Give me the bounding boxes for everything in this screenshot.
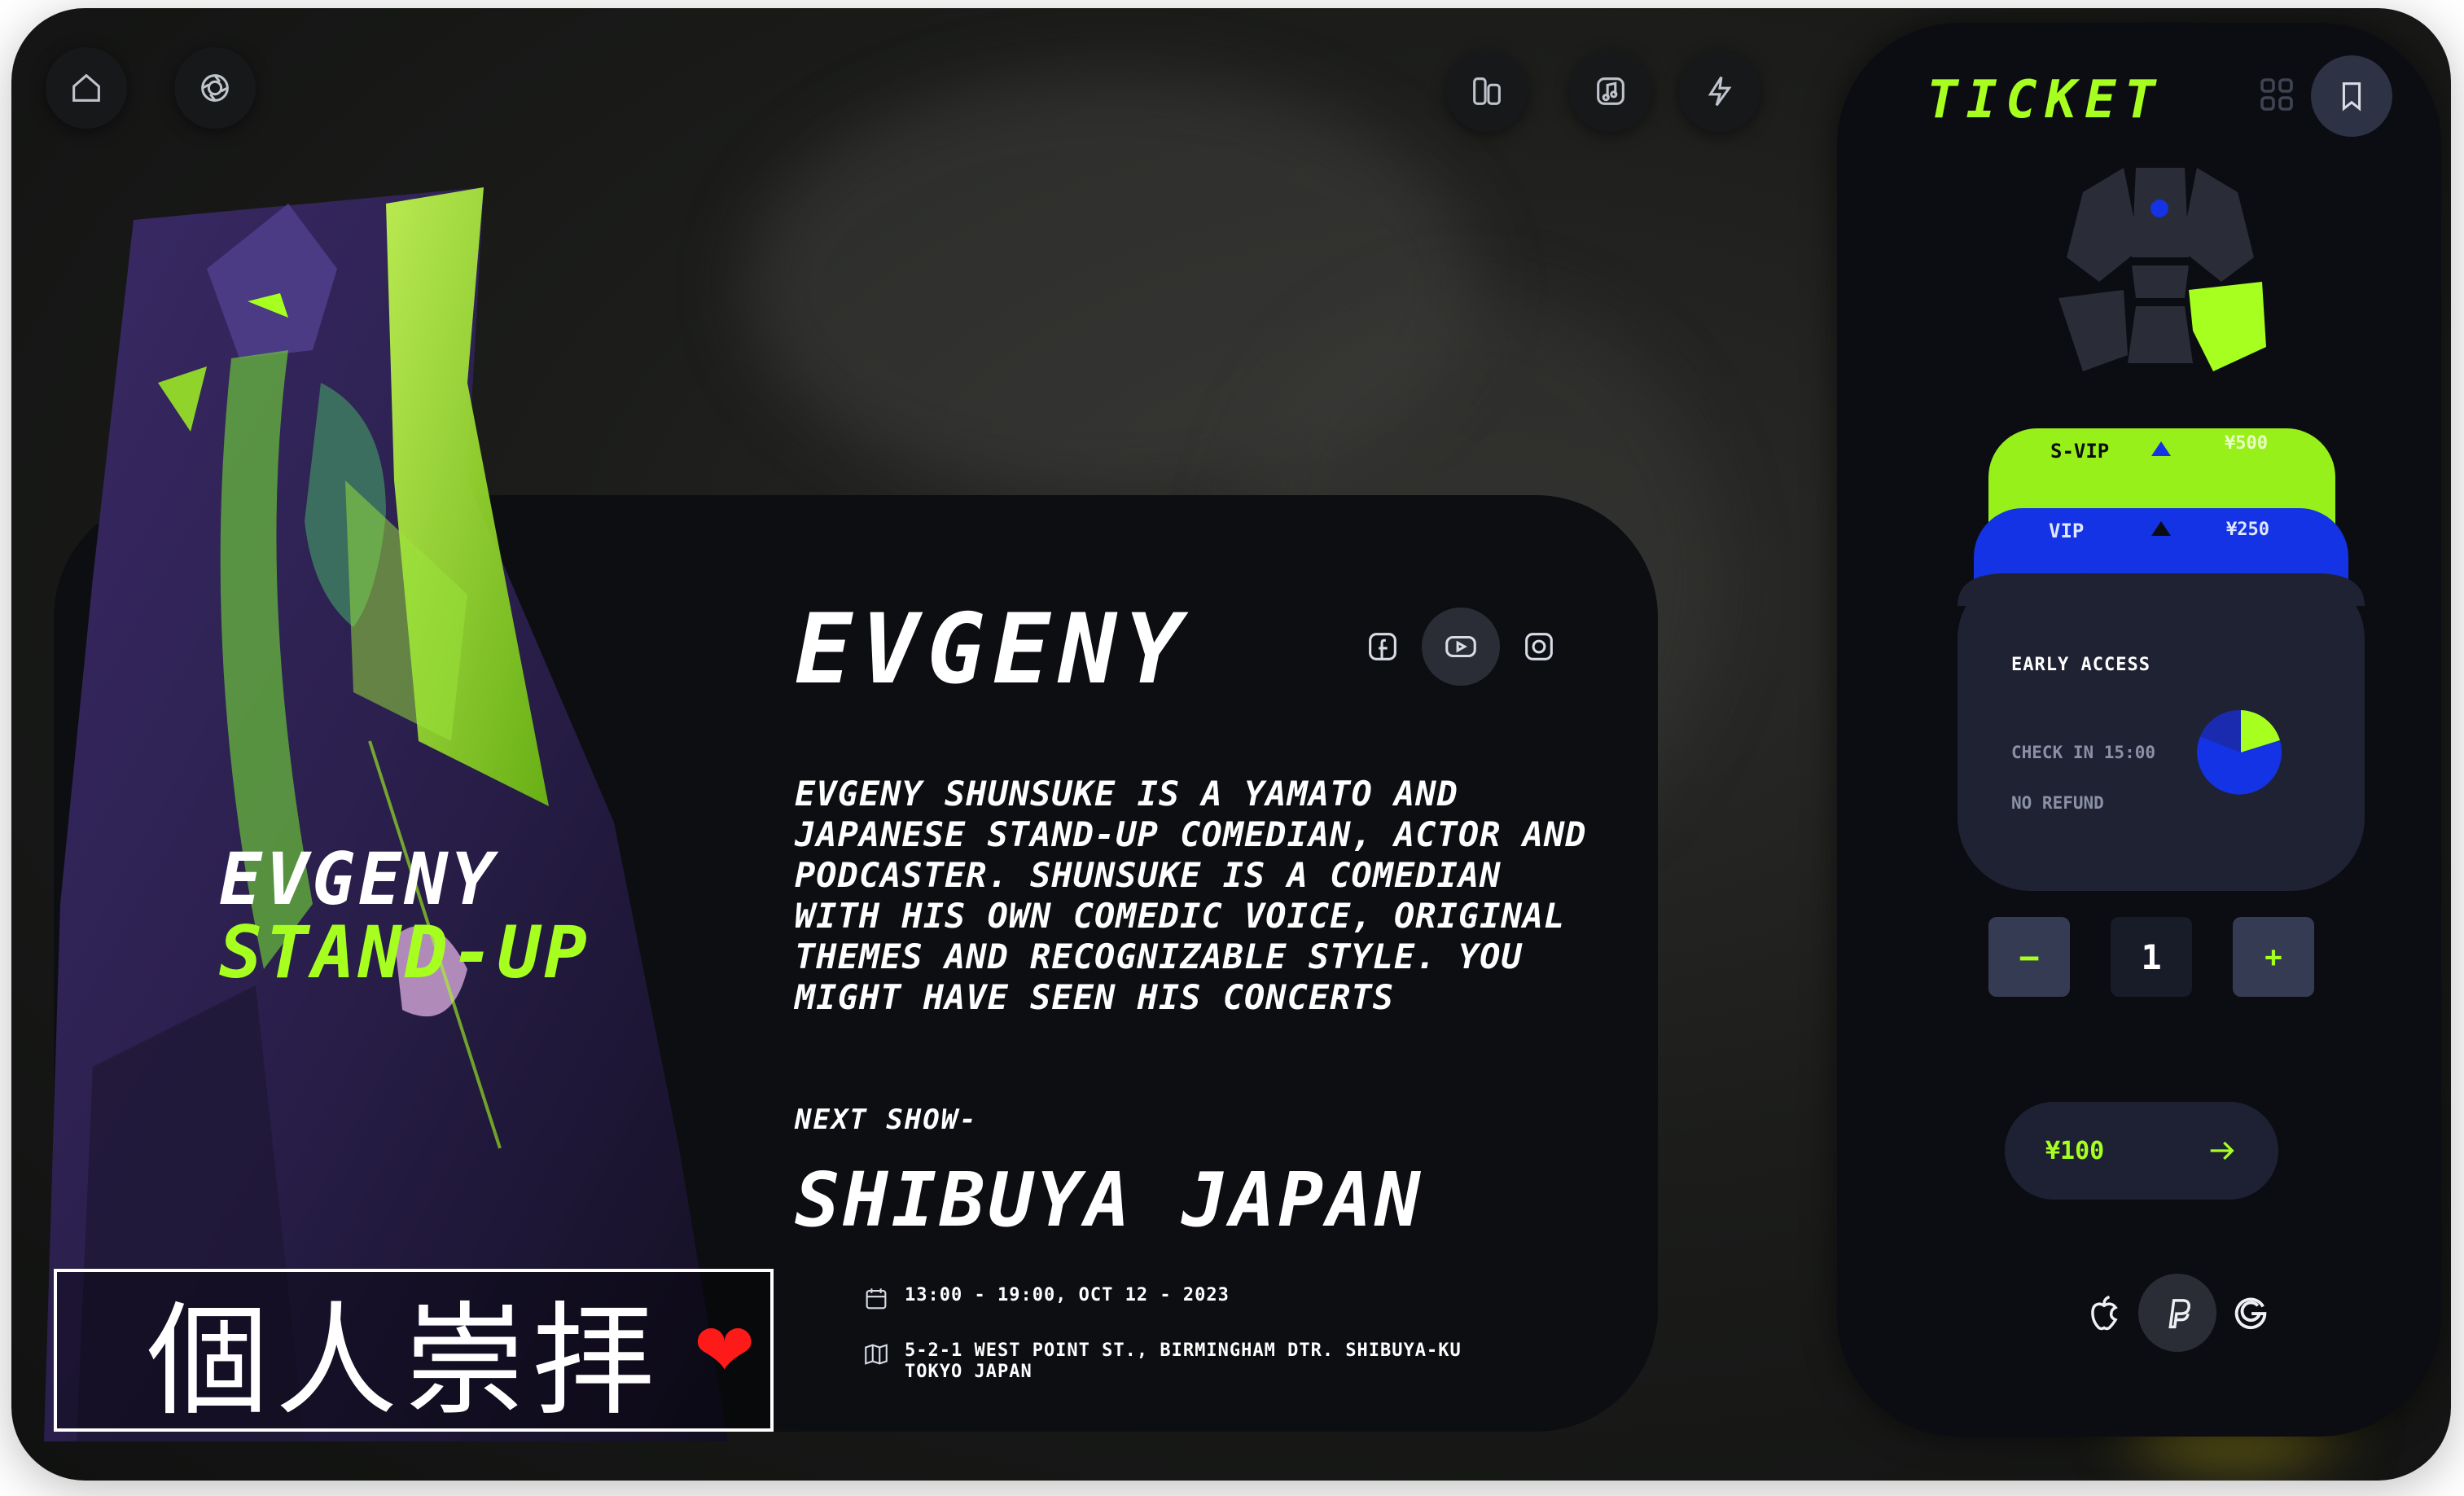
bolt-button[interactable] xyxy=(1679,50,1760,132)
youtube-icon xyxy=(1445,635,1476,658)
social-links xyxy=(1344,606,1578,687)
check-in-label: CHECK IN 15:00 xyxy=(2011,743,2156,762)
checkout-button[interactable]: ¥100 xyxy=(2005,1102,2278,1200)
venue-title: SHIBUYA JAPAN xyxy=(795,1156,1424,1244)
paypal-button[interactable] xyxy=(2138,1274,2216,1352)
ticket-panel: TICKET S-VIP ¥500 VIP ¥250 EARLY ACCESS … xyxy=(1837,23,2441,1437)
art-title-standup: STAND-UP xyxy=(219,910,590,994)
decrease-quantity-button[interactable]: − xyxy=(1988,917,2070,997)
home-icon xyxy=(72,73,100,102)
next-show-label: NEXT SHOW- xyxy=(795,1103,978,1136)
address-line-1: 5-2-1 WEST POINT ST., BIRMINGHAM DTR. SH… xyxy=(905,1340,1462,1361)
heart-icon: ❤ xyxy=(694,1307,756,1393)
arrow-right-icon xyxy=(2210,1141,2234,1160)
price-value: ¥100 xyxy=(2045,1136,2105,1165)
tier-svip-caret-icon xyxy=(2151,441,2171,456)
files-button[interactable] xyxy=(1446,50,1528,132)
watermark-banner: 個人崇拝 ❤ xyxy=(54,1269,774,1432)
bookmark-button[interactable] xyxy=(2311,55,2392,137)
app-window: EVGENY STAND-UP EVGENY Evgeny Shunsuke i… xyxy=(11,8,2451,1481)
no-refund-label: NO REFUND xyxy=(2011,793,2104,813)
early-access-label: EARLY ACCESS xyxy=(2011,655,2151,675)
camera-icon xyxy=(201,74,229,102)
artist-bio: Evgeny Shunsuke is a Yamato and Japanese… xyxy=(795,774,1587,1017)
facebook-button[interactable] xyxy=(1344,608,1422,686)
google-pay-button[interactable] xyxy=(2212,1274,2290,1352)
card-notch xyxy=(1958,573,2365,606)
grid-icon[interactable] xyxy=(2257,75,2296,117)
apple-icon xyxy=(2091,1295,2118,1331)
ticket-title: TICKET xyxy=(1927,70,2164,130)
quantity-value[interactable]: 1 xyxy=(2111,917,2192,997)
google-icon xyxy=(2234,1297,2267,1330)
artist-illustration xyxy=(44,187,728,1441)
apple-pay-button[interactable] xyxy=(2065,1274,2143,1352)
watermark-text: 個人崇拝 xyxy=(147,1290,662,1432)
instagram-icon xyxy=(1525,633,1553,660)
map-icon xyxy=(865,1344,888,1365)
availability-pie xyxy=(2197,709,2282,795)
early-access-card: EARLY ACCESS CHECK IN 15:00 NO REFUND xyxy=(1958,573,2365,891)
music-icon xyxy=(1597,77,1624,105)
music-button[interactable] xyxy=(1570,50,1651,132)
tier-svip-price: ¥500 xyxy=(2225,433,2268,454)
increase-quantity-button[interactable]: + xyxy=(2233,917,2314,997)
date-row: 13:00 - 19:00, OCT 12 - 2023 xyxy=(862,1285,1230,1313)
youtube-button[interactable] xyxy=(1422,608,1500,686)
instagram-button[interactable] xyxy=(1500,608,1578,686)
seating-map[interactable] xyxy=(2050,160,2270,388)
event-datetime: 13:00 - 19:00, OCT 12 - 2023 xyxy=(905,1285,1230,1305)
art-title-name: EVGENY xyxy=(219,837,498,921)
address-row: 5-2-1 WEST POINT ST., BIRMINGHAM DTR. SH… xyxy=(862,1340,1462,1383)
tier-svip-name: S-VIP xyxy=(2050,440,2110,463)
camera-button[interactable] xyxy=(174,47,256,129)
paypal-icon xyxy=(2168,1299,2190,1329)
home-button[interactable] xyxy=(46,47,127,129)
facebook-icon xyxy=(1369,633,1396,660)
tier-vip-caret-icon xyxy=(2151,521,2171,536)
artist-name: EVGENY xyxy=(795,593,1191,705)
calendar-icon xyxy=(866,1288,887,1310)
bookmark-icon xyxy=(2342,82,2361,112)
files-icon xyxy=(1473,77,1501,105)
tier-vip-price: ¥250 xyxy=(2226,520,2269,540)
address-line-2: TOKYO JAPAN xyxy=(905,1362,1033,1382)
bolt-icon xyxy=(1708,76,1732,107)
tier-vip-name: VIP xyxy=(2049,520,2085,542)
